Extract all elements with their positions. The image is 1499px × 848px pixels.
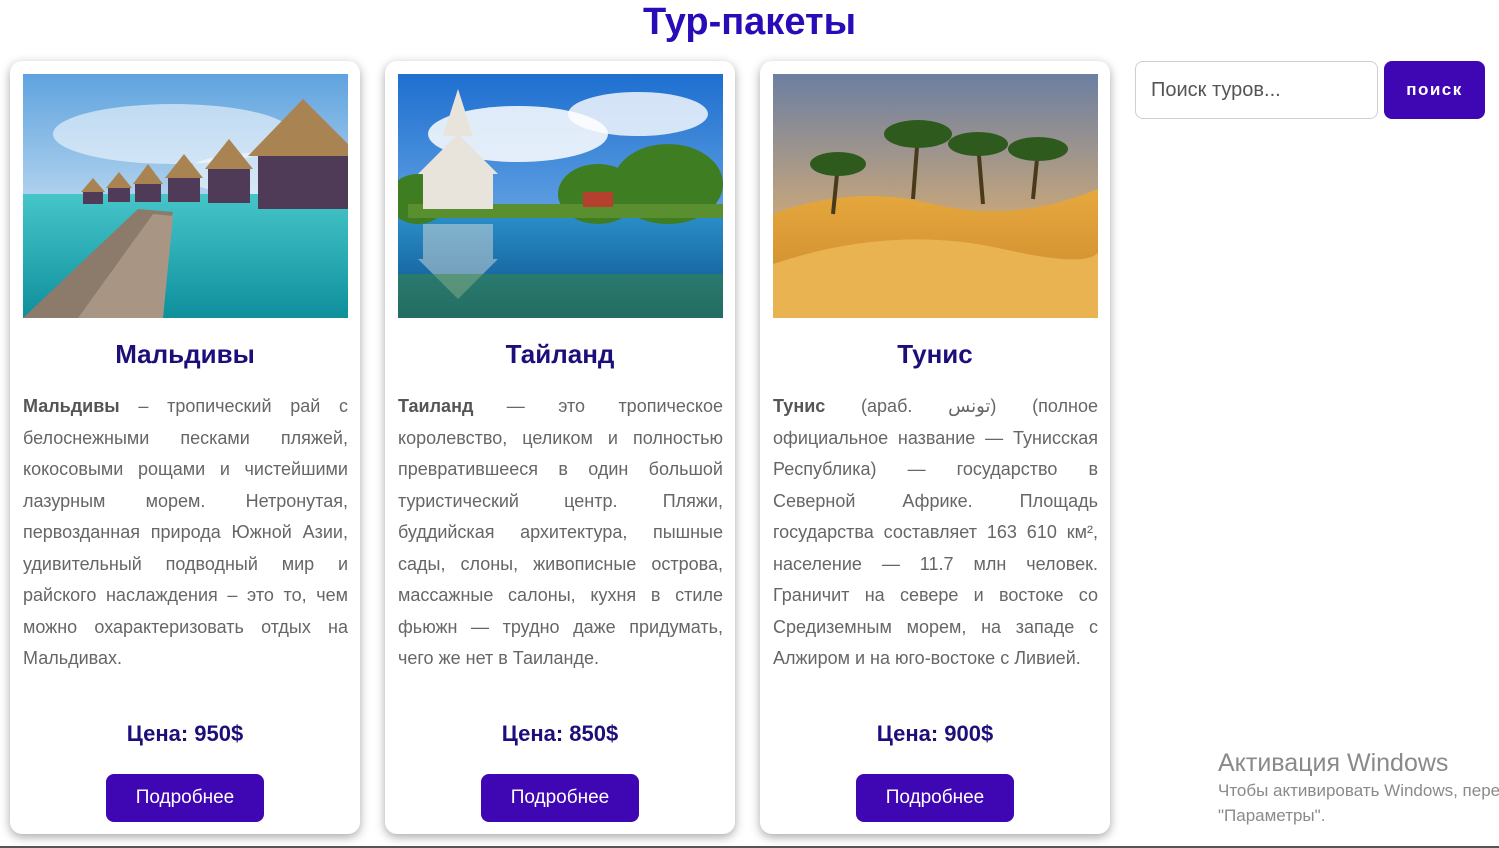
tour-card-maldives: Мальдивы Мальдивы – тропический рай с бе… [10, 61, 360, 834]
tour-card-tunisia: Тунис Тунис (араб. تونس‎) (полное официа… [760, 61, 1110, 834]
tour-description-text: — это тропическое королевство, целиком и… [398, 396, 723, 668]
tour-description: Таиланд — это тропическое королевство, ц… [398, 391, 723, 675]
tour-price: Цена: 950$ [126, 721, 244, 746]
thailand-temple-photo [398, 74, 723, 318]
details-button[interactable]: Подробнее [481, 774, 639, 822]
tour-description-bold: Мальдивы [23, 396, 120, 416]
tour-description-bold: Тунис [773, 396, 826, 416]
tour-price: Цена: 900$ [876, 721, 994, 746]
tour-title: Тунис [897, 339, 973, 369]
tour-description-text: (араб. تونس‎) (полное официальное назван… [773, 396, 1098, 668]
details-button[interactable]: Подробнее [856, 774, 1014, 822]
maldives-image [23, 74, 348, 318]
tour-price: Цена: 850$ [501, 721, 619, 746]
tour-description: Тунис (араб. تونس‎) (полное официальное … [773, 391, 1098, 675]
search-input[interactable] [1135, 61, 1378, 119]
tunisia-desert-photo [773, 74, 1098, 318]
tour-title: Тайланд [505, 339, 615, 369]
tour-card-thailand: Тайланд Таиланд — это тропическое короле… [385, 61, 735, 834]
page-title: Тур-пакеты [642, 1, 857, 43]
tour-description: Мальдивы – тропический рай с белоснежным… [23, 391, 348, 675]
watermark-line: Чтобы активировать Windows, перейдите в … [1218, 781, 1499, 800]
maldives-bungalows-photo [23, 74, 348, 318]
search-button[interactable]: поиск [1384, 61, 1485, 119]
tour-description-bold: Таиланд [398, 396, 474, 416]
tour-description-text: – тропический рай с белоснежными песками… [23, 396, 348, 668]
windows-activation-watermark: Активация Windows Чтобы активировать Win… [1218, 748, 1499, 838]
details-button[interactable]: Подробнее [106, 774, 264, 822]
tunisia-image [773, 74, 1098, 318]
watermark-line: "Параметры". [1218, 806, 1326, 825]
thailand-image [398, 74, 723, 318]
watermark-title: Активация Windows [1218, 749, 1449, 777]
tour-title: Мальдивы [115, 339, 255, 369]
